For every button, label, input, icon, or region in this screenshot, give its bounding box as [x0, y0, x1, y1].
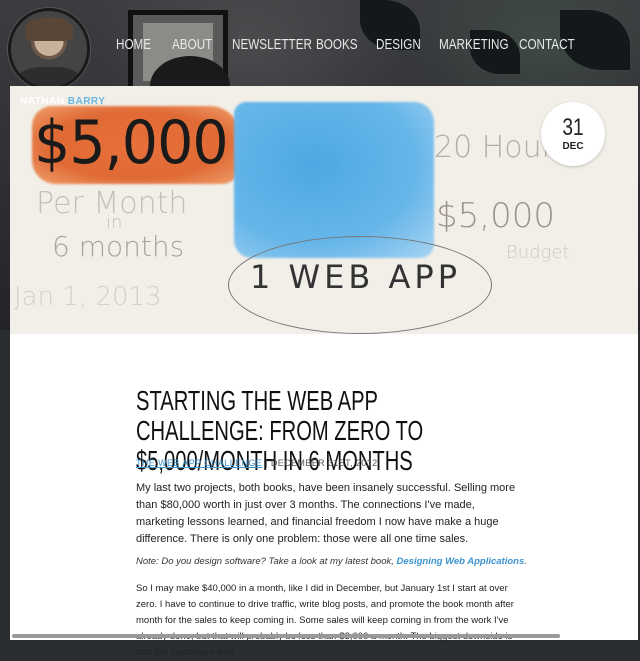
- nav-design[interactable]: DESIGN: [376, 36, 421, 53]
- article-paragraph: My last two projects, both books, have b…: [136, 482, 516, 545]
- article-note: Note: Do you design software? Take a loo…: [136, 555, 536, 569]
- nav-marketing[interactable]: MARKETING: [439, 36, 509, 53]
- nav-newsletter[interactable]: NEWSLETTER: [232, 36, 312, 53]
- article-date: DECEMBER 31ST, 2012: [270, 458, 378, 468]
- site-name[interactable]: NATHAN BARRY: [20, 96, 105, 107]
- horizontal-scrollbar[interactable]: [12, 634, 560, 638]
- post-date-month: DEC: [562, 141, 584, 152]
- post-date-badge: 31 DEC: [541, 102, 605, 166]
- article: Starting the Web App Challenge: From Zer…: [10, 334, 638, 658]
- sketch-date: Jan 1, 2013: [14, 282, 162, 312]
- sketch-headline-amount: $5,000: [34, 108, 229, 178]
- nav-about[interactable]: ABOUT: [172, 36, 212, 53]
- blue-watercolor: [234, 102, 434, 258]
- site-name-last: BARRY: [67, 96, 106, 107]
- author-avatar[interactable]: [8, 8, 90, 90]
- sketch-web-app: 1 WEB APP: [250, 258, 461, 296]
- post-date-day: 31: [562, 114, 584, 141]
- nav-home[interactable]: HOME: [116, 36, 151, 53]
- nav-books[interactable]: BOOKS: [316, 36, 358, 53]
- site-name-first: NATHAN: [20, 96, 65, 107]
- article-paragraph: So I may make $40,000 in a month, like I…: [136, 583, 514, 658]
- avatar-hair: [25, 17, 73, 41]
- article-meta: THE WEB APP CHALLENGE | DECEMBER 31ST, 2…: [136, 458, 377, 468]
- sketch-budget-amount: $5,000: [436, 196, 555, 236]
- nav-contact[interactable]: CONTACT: [519, 36, 575, 53]
- article-category-link[interactable]: THE WEB APP CHALLENGE: [136, 458, 262, 468]
- sketch-six-months: 6 months: [52, 230, 185, 263]
- note-suffix: .: [524, 556, 527, 567]
- book-link[interactable]: Designing Web Applications: [397, 556, 525, 567]
- note-text: Note: Do you design software? Take a loo…: [136, 556, 394, 567]
- sketch-budget-label: Budget: [506, 242, 570, 263]
